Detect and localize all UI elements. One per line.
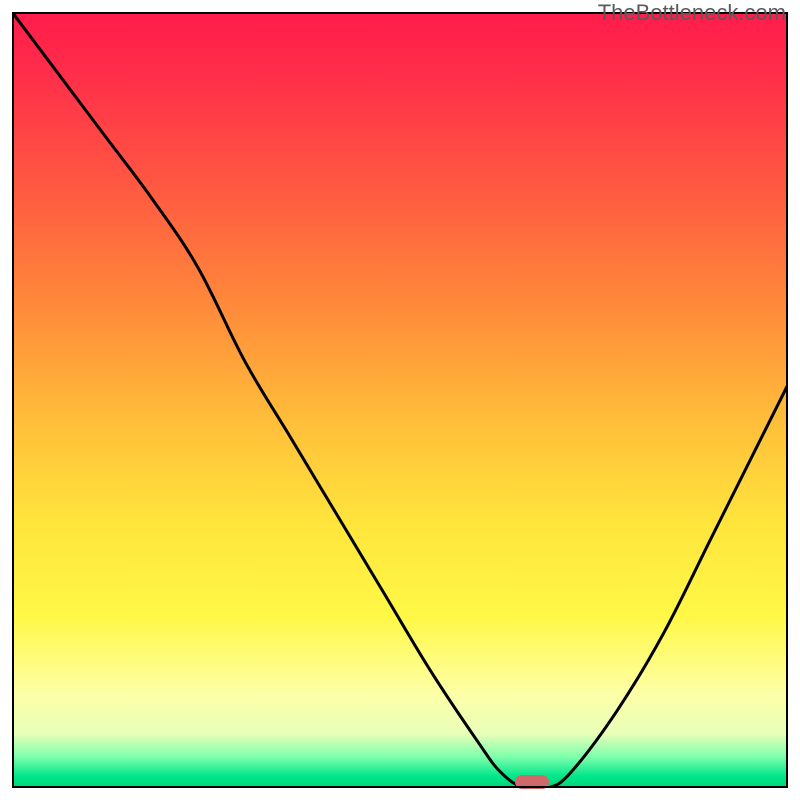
watermark-text: TheBottleneck.com (598, 0, 786, 26)
plot-area (12, 12, 788, 788)
optimal-point-marker (515, 775, 549, 789)
bottleneck-curve (12, 12, 788, 788)
chart-canvas: TheBottleneck.com (0, 0, 800, 800)
